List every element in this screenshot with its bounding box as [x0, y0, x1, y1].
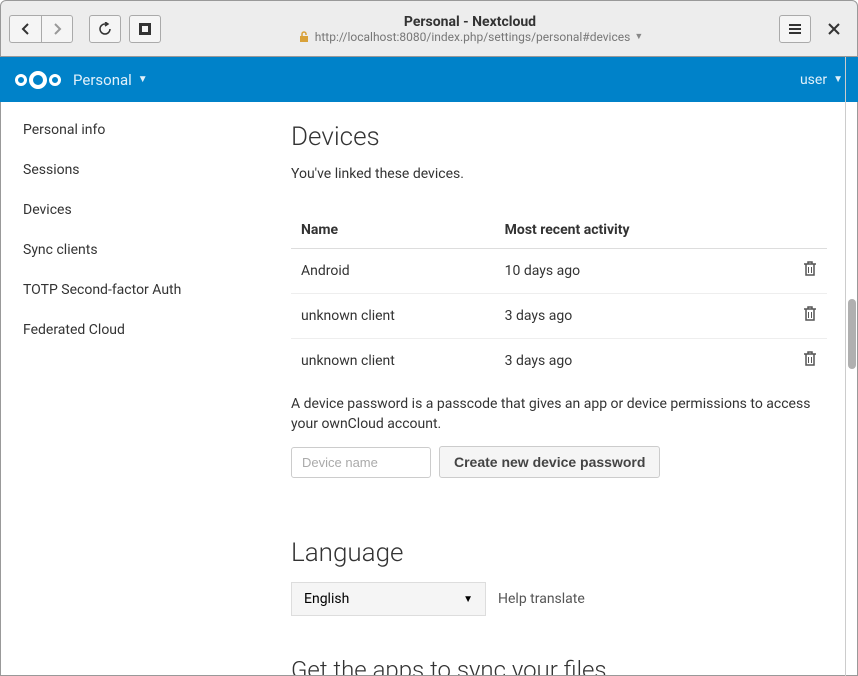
back-button[interactable] — [9, 15, 41, 43]
chevron-down-icon: ▼ — [138, 74, 148, 85]
language-selected: English — [304, 591, 349, 607]
col-header-name: Name — [291, 212, 495, 249]
sidebar-item-federated-cloud[interactable]: Federated Cloud — [1, 310, 260, 350]
chevron-right-icon — [52, 23, 62, 35]
devices-title: Devices — [291, 122, 827, 152]
devices-table: Name Most recent activity Android10 days… — [291, 212, 827, 383]
hamburger-menu-button[interactable] — [779, 15, 811, 43]
device-name-cell: unknown client — [291, 294, 495, 339]
delete-device-button[interactable] — [803, 306, 817, 322]
window-title: Personal - Nextcloud — [404, 14, 536, 30]
browser-chrome: Personal - Nextcloud http://localhost:80… — [0, 0, 858, 57]
col-header-activity: Most recent activity — [495, 212, 763, 249]
language-row: English ▼ Help translate — [291, 582, 827, 616]
chevron-down-icon: ▼ — [833, 74, 843, 85]
sidebar-item-label: Devices — [23, 202, 72, 218]
create-device-password-button[interactable]: Create new device password — [439, 446, 660, 478]
sidebar-item-sessions[interactable]: Sessions — [1, 150, 260, 190]
nextcloud-logo[interactable] — [15, 71, 61, 89]
language-title: Language — [291, 538, 827, 568]
browser-nav-group — [9, 15, 73, 43]
language-select[interactable]: English ▼ — [291, 582, 486, 616]
insecure-lock-icon — [297, 30, 311, 44]
app-body: Personal info Sessions Devices Sync clie… — [0, 102, 858, 676]
url-bar[interactable]: http://localhost:8080/index.php/settings… — [297, 30, 643, 44]
chevron-left-icon — [21, 23, 31, 35]
forward-button[interactable] — [41, 15, 73, 43]
device-password-note: A device password is a passcode that giv… — [291, 395, 827, 434]
hamburger-icon — [788, 23, 802, 35]
table-row: Android10 days ago — [291, 249, 827, 294]
table-row: unknown client3 days ago — [291, 339, 827, 384]
section-dropdown[interactable]: Personal ▼ — [73, 71, 148, 89]
home-icon — [138, 22, 152, 36]
reload-button[interactable] — [89, 15, 121, 43]
browser-title-area: Personal - Nextcloud http://localhost:80… — [161, 14, 779, 44]
url-dropdown-icon[interactable]: ▼ — [634, 31, 643, 42]
sidebar: Personal info Sessions Devices Sync clie… — [1, 102, 261, 675]
device-name-cell: unknown client — [291, 339, 495, 384]
scrollbar-track[interactable] — [845, 57, 858, 676]
main-content: Devices You've linked these devices. Nam… — [261, 102, 857, 675]
sidebar-item-label: TOTP Second-factor Auth — [23, 282, 181, 298]
sidebar-item-label: Sync clients — [23, 242, 98, 258]
device-activity-cell: 10 days ago — [495, 249, 763, 294]
device-form: Create new device password — [291, 446, 827, 478]
device-activity-cell: 3 days ago — [495, 339, 763, 384]
device-name-input[interactable] — [291, 447, 431, 478]
sidebar-item-sync-clients[interactable]: Sync clients — [1, 230, 260, 270]
reload-icon — [98, 22, 112, 36]
scrollbar-thumb[interactable] — [848, 299, 856, 369]
browser-right-controls — [779, 15, 849, 43]
user-label: user — [800, 72, 827, 88]
device-name-cell: Android — [291, 249, 495, 294]
logo-area: Personal ▼ — [15, 71, 148, 89]
sidebar-item-totp[interactable]: TOTP Second-factor Auth — [1, 270, 260, 310]
sidebar-item-label: Sessions — [23, 162, 80, 178]
home-button[interactable] — [129, 15, 161, 43]
devices-subtitle: You've linked these devices. — [291, 166, 827, 182]
chevron-down-icon: ▼ — [463, 594, 473, 605]
sidebar-item-label: Federated Cloud — [23, 322, 125, 338]
app-header: Personal ▼ user ▼ — [0, 57, 858, 102]
apps-section-title: Get the apps to sync your files — [291, 656, 827, 675]
trash-icon — [803, 261, 817, 277]
col-header-action — [763, 212, 827, 249]
sidebar-item-devices[interactable]: Devices — [1, 190, 260, 230]
delete-device-button[interactable] — [803, 351, 817, 367]
device-activity-cell: 3 days ago — [495, 294, 763, 339]
url-text: http://localhost:8080/index.php/settings… — [315, 30, 631, 44]
sidebar-item-label: Personal info — [23, 122, 105, 138]
user-menu[interactable]: user ▼ — [800, 72, 843, 88]
delete-device-button[interactable] — [803, 261, 817, 277]
help-translate-link[interactable]: Help translate — [498, 591, 585, 607]
trash-icon — [803, 351, 817, 367]
close-icon — [828, 23, 840, 35]
table-row: unknown client3 days ago — [291, 294, 827, 339]
trash-icon — [803, 306, 817, 322]
close-window-button[interactable] — [819, 15, 849, 43]
section-label: Personal — [73, 71, 132, 89]
sidebar-item-personal-info[interactable]: Personal info — [1, 110, 260, 150]
